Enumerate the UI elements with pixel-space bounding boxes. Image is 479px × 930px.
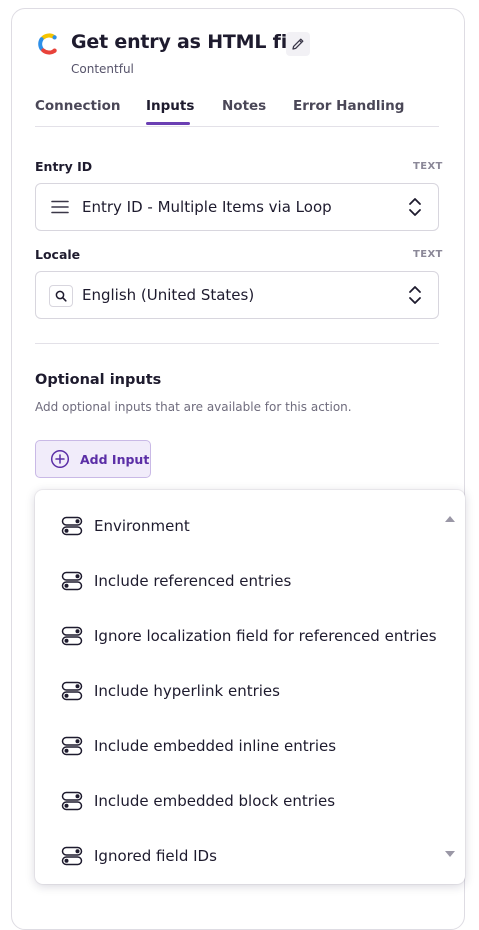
tab-inputs[interactable]: Inputs (146, 98, 194, 114)
dropdown-item-ignore-localization[interactable]: Ignore localization field for referenced… (35, 605, 437, 660)
app-name: Contentful (71, 62, 134, 76)
locale-type-tag: TEXT (413, 249, 443, 260)
tab-connection[interactable]: Connection (35, 98, 121, 114)
toggle-icon (61, 791, 83, 811)
chevron-up-down-icon (409, 286, 421, 304)
dropdown-item-include-hyperlink-entries[interactable]: Include hyperlink entries (35, 660, 435, 715)
toggle-icon (61, 626, 83, 646)
entry-id-label: Entry ID (35, 159, 93, 174)
toggle-icon (61, 571, 83, 591)
scroll-up-arrow-icon[interactable] (445, 516, 455, 522)
dropdown-item-label: Include embedded block entries (94, 792, 336, 810)
pencil-icon (292, 38, 304, 50)
dropdown-item-label: Ignored field IDs (94, 847, 217, 865)
entry-id-select[interactable]: Entry ID - Multiple Items via Loop (35, 183, 439, 231)
locale-value: English (United States) (82, 286, 255, 304)
search-icon (55, 290, 67, 302)
entry-id-value: Entry ID - Multiple Items via Loop (82, 198, 332, 216)
tab-bar: Connection Inputs Notes Error Handling (35, 96, 439, 127)
toggle-icon (61, 681, 83, 701)
dropdown-item-label: Include embedded inline entries (94, 737, 337, 755)
dropdown-scrollbar[interactable] (447, 510, 457, 862)
locale-label: Locale (35, 247, 81, 262)
list-icon (51, 200, 69, 214)
toggle-icon (61, 846, 83, 866)
locale-select[interactable]: English (United States) (35, 271, 439, 319)
dropdown-item-label: Include referenced entries (94, 572, 292, 590)
dropdown-item-include-embedded-inline[interactable]: Include embedded inline entries (35, 715, 435, 770)
optional-inputs-dropdown: Environment Include referenced entries I… (35, 490, 465, 884)
optional-inputs-description: Add optional inputs that are available f… (35, 400, 352, 414)
dropdown-item-label: Ignore localization field for referenced… (94, 627, 437, 645)
active-tab-indicator (146, 122, 190, 125)
contentful-logo-icon (38, 33, 57, 55)
dropdown-item-ignored-field-ids[interactable]: Ignored field IDs (35, 825, 435, 880)
dropdown-item-label: Include hyperlink entries (94, 682, 280, 700)
action-title: Get entry as HTML file (71, 31, 307, 53)
edit-title-button[interactable] (286, 32, 310, 56)
tab-notes[interactable]: Notes (222, 98, 266, 114)
add-input-label: Add Input (80, 451, 150, 467)
dropdown-item-label: Environment (94, 517, 190, 535)
dropdown-item-include-referenced-entries[interactable]: Include referenced entries (35, 550, 435, 605)
scroll-down-arrow-icon[interactable] (445, 851, 455, 857)
optional-inputs-title: Optional inputs (35, 372, 162, 388)
tab-error-handling[interactable]: Error Handling (293, 98, 404, 114)
search-button[interactable] (49, 285, 73, 307)
entry-id-type-tag: TEXT (413, 161, 443, 172)
section-divider (35, 343, 439, 344)
chevron-up-down-icon (409, 198, 421, 216)
dropdown-item-environment[interactable]: Environment (35, 495, 435, 550)
toggle-icon (61, 736, 83, 756)
add-input-button[interactable]: Add Input (35, 440, 151, 478)
plus-circle-icon (50, 449, 70, 469)
dropdown-item-include-embedded-block[interactable]: Include embedded block entries (35, 770, 435, 825)
toggle-icon (61, 516, 83, 536)
